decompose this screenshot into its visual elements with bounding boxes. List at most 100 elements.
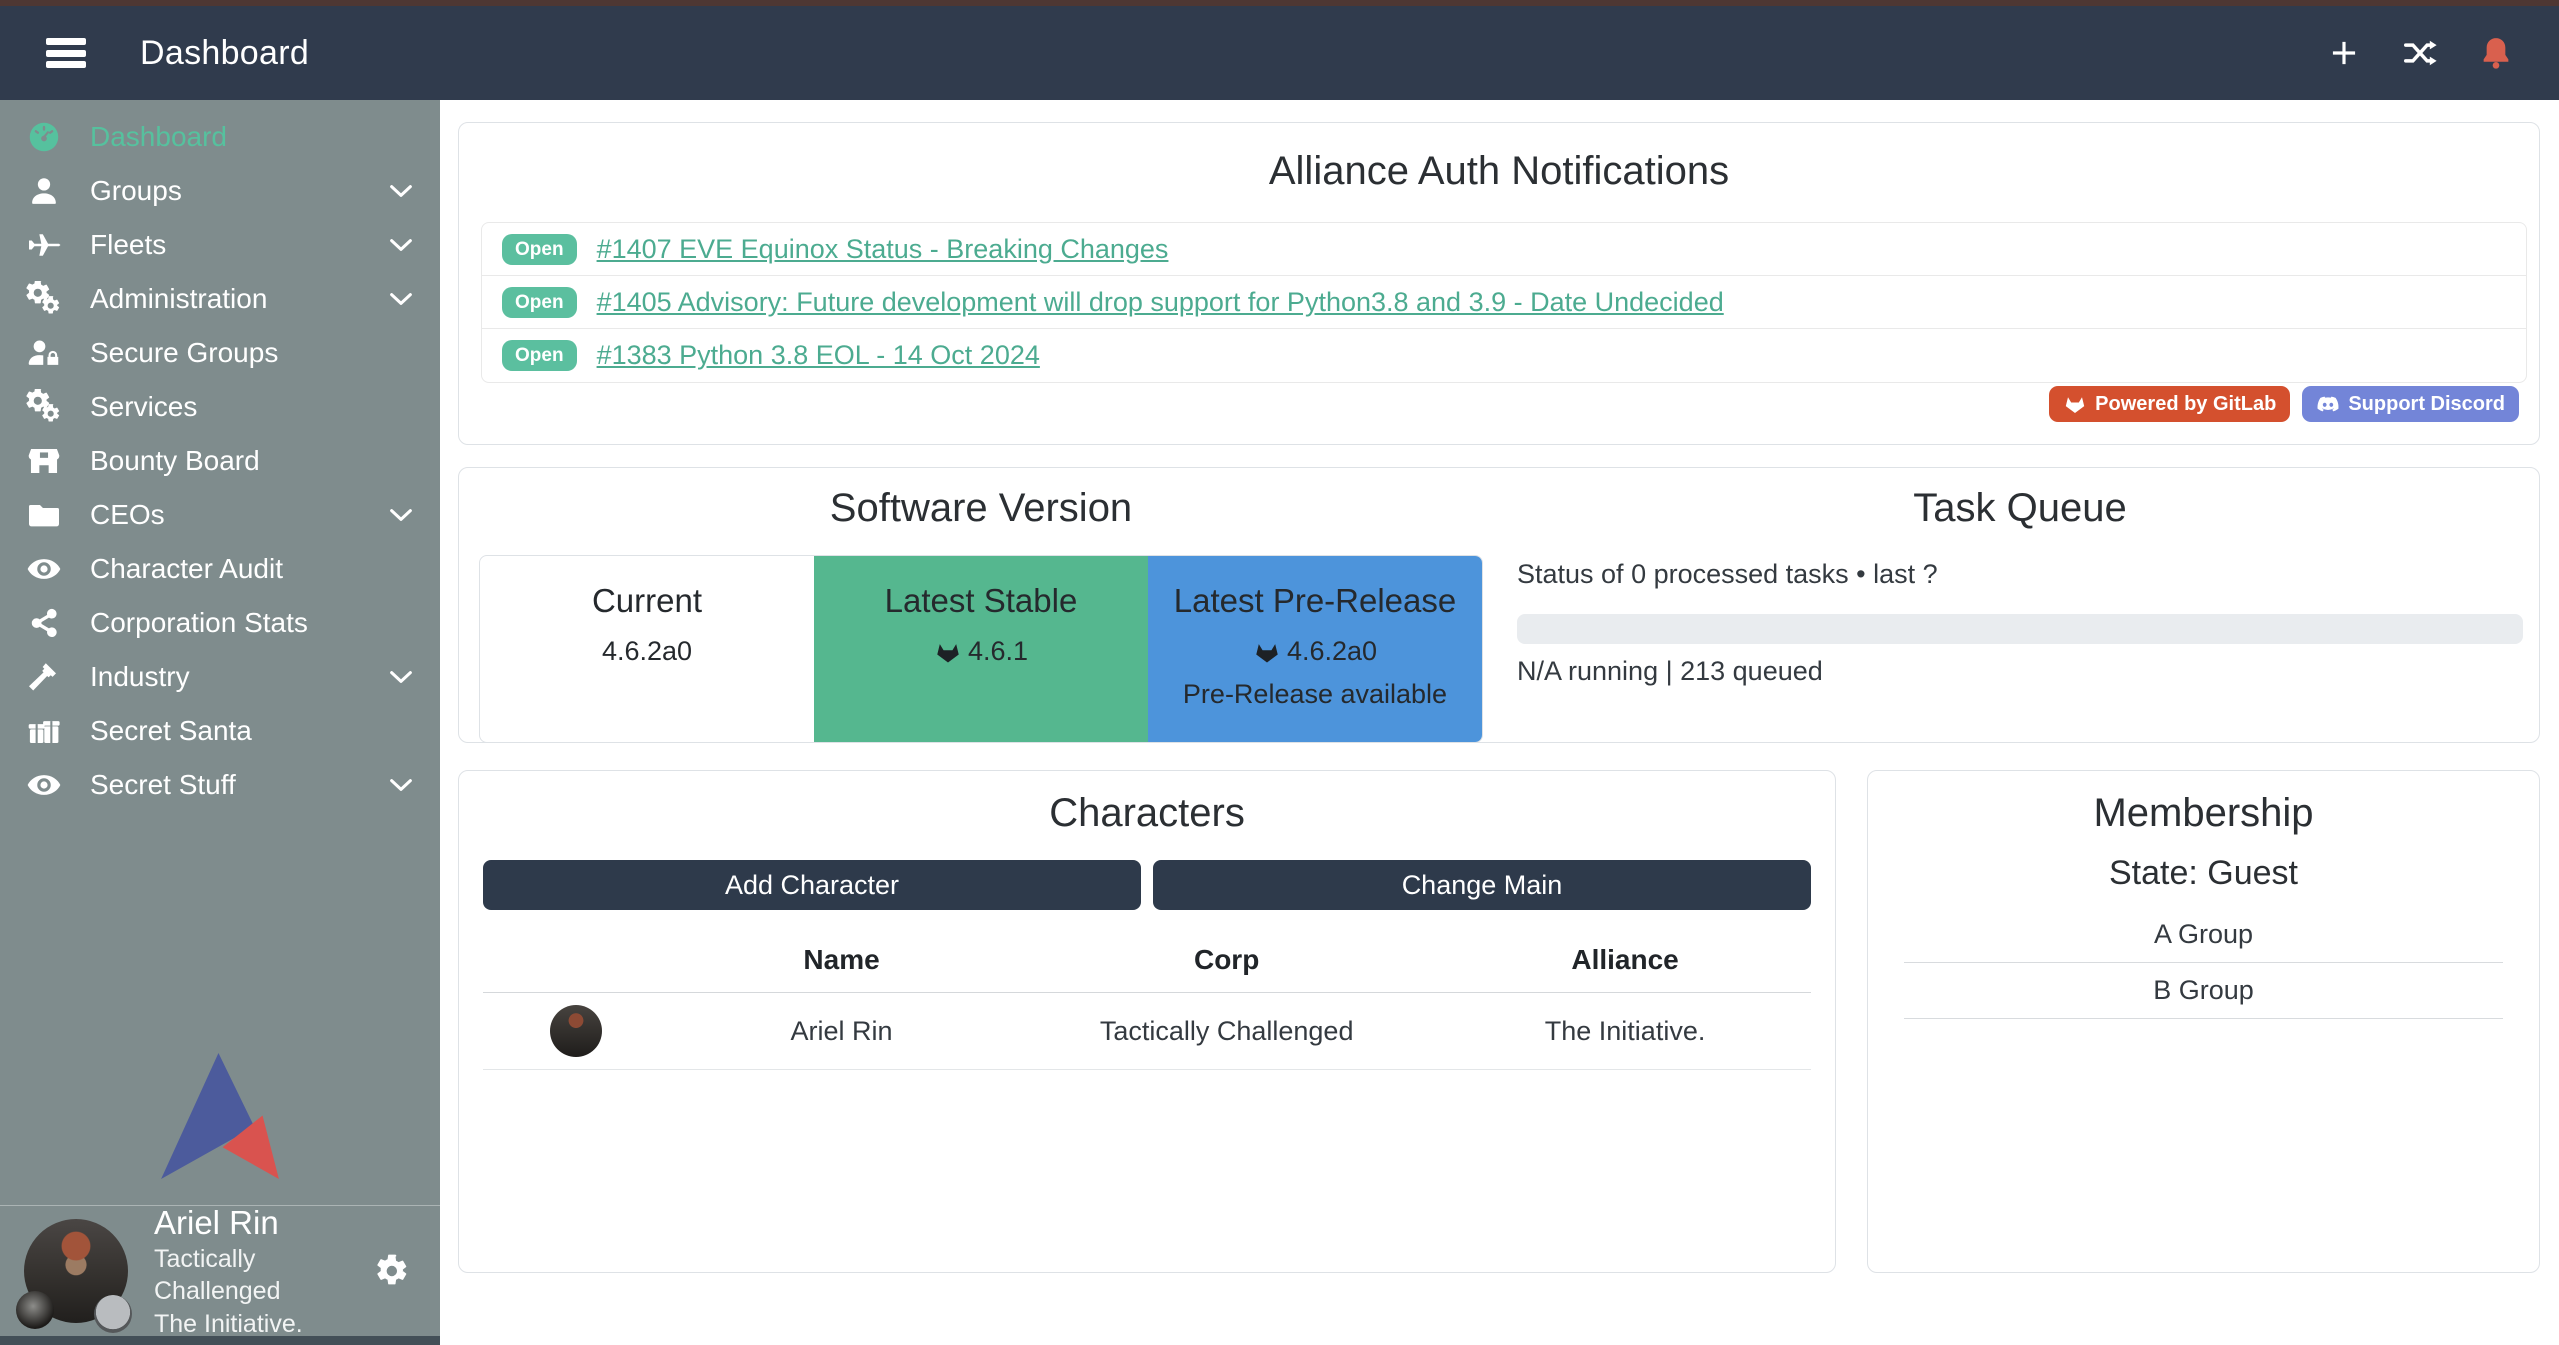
notifications-bell-icon[interactable]: [2477, 34, 2515, 72]
sidebar-item-industry[interactable]: Industry: [0, 650, 440, 704]
corp-logo-badge: [16, 1291, 54, 1329]
gauge-icon: [26, 119, 62, 155]
user-icon: [26, 173, 62, 209]
membership-state: State: Guest: [1904, 854, 2503, 893]
notification-link[interactable]: #1407 EVE Equinox Status - Breaking Chan…: [597, 234, 1169, 265]
group-row: A Group: [1904, 907, 2503, 963]
user-settings-gear-icon[interactable]: [374, 1252, 410, 1290]
name-column-header: Name: [669, 934, 1014, 993]
sidebar-item-bounty-board[interactable]: Bounty Board: [0, 434, 440, 488]
character-alliance: The Initiative.: [1439, 993, 1811, 1070]
membership-groups: A GroupB Group: [1904, 907, 2503, 1019]
shuffle-character-icon[interactable]: [2401, 34, 2439, 72]
sidebar-item-character-audit[interactable]: Character Audit: [0, 542, 440, 596]
membership-title: Membership: [1904, 791, 2503, 836]
notifications-title: Alliance Auth Notifications: [479, 149, 2519, 194]
sidebar-item-label: Secret Stuff: [90, 769, 236, 801]
software-version-section: Software Version Current 4.6.2a0 Latest …: [479, 486, 1483, 717]
top-navbar: Dashboard: [0, 6, 2559, 100]
notification-row: Open #1405 Advisory: Future development …: [482, 276, 2526, 329]
software-version-title: Software Version: [479, 486, 1483, 531]
sidebar-item-label: Administration: [90, 283, 267, 315]
membership-card: Membership State: Guest A GroupB Group: [1867, 770, 2540, 1273]
sidebar-item-label: Dashboard: [90, 121, 227, 153]
share-icon: [26, 605, 62, 641]
notification-link[interactable]: #1405 Advisory: Future development will …: [597, 287, 1724, 318]
chevron-down-icon: [386, 500, 416, 530]
user-name: Ariel Rin: [154, 1202, 374, 1243]
gitlab-icon: [1253, 638, 1281, 666]
notifications-card: Alliance Auth Notifications Open #1407 E…: [458, 122, 2540, 445]
sidebar-item-label: Secure Groups: [90, 337, 278, 369]
notification-link[interactable]: #1383 Python 3.8 EOL - 14 Oct 2024: [597, 340, 1040, 371]
sidebar-item-secret-santa[interactable]: Secret Santa: [0, 704, 440, 758]
notifications-list: Open #1407 EVE Equinox Status - Breaking…: [481, 222, 2527, 383]
version-column: Latest Pre-Release 4.6.2a0 Pre-Release a…: [1148, 556, 1482, 742]
user-lock-icon: [26, 335, 62, 371]
sidebar-item-label: CEOs: [90, 499, 165, 531]
sidebar-item-fleets[interactable]: Fleets: [0, 218, 440, 272]
user-alliance: The Initiative.: [154, 1308, 374, 1341]
characters-card: Characters Add Character Change Main Nam…: [458, 770, 1836, 1273]
sidebar-item-dashboard[interactable]: Dashboard: [0, 110, 440, 164]
alliance-auth-logo: [0, 1053, 440, 1205]
avatar-column-header: [483, 934, 669, 993]
character-name: Ariel Rin: [669, 993, 1014, 1070]
task-queue-status: Status of 0 processed tasks • last ?: [1517, 559, 2523, 590]
change-main-button[interactable]: Change Main: [1153, 860, 1811, 910]
chevron-down-icon: [386, 770, 416, 800]
characters-title: Characters: [483, 791, 1811, 836]
sidebar-item-services[interactable]: Services: [0, 380, 440, 434]
sidebar: Dashboard Groups Fleets Administration: [0, 100, 440, 1345]
sidebar-item-label: Secret Santa: [90, 715, 252, 747]
sidebar-item-secure-groups[interactable]: Secure Groups: [0, 326, 440, 380]
sidebar-item-label: Corporation Stats: [90, 607, 308, 639]
sidebar-item-label: Character Audit: [90, 553, 283, 585]
support-discord-badge[interactable]: Support Discord: [2302, 386, 2519, 422]
version-column: Current 4.6.2a0: [480, 556, 814, 742]
sidebar-item-label: Industry: [90, 661, 190, 693]
add-character-icon[interactable]: [2325, 34, 2363, 72]
status-badge: Open: [502, 234, 577, 265]
user-avatar: [24, 1219, 128, 1323]
gitlab-icon: [934, 638, 962, 666]
gitlab-icon: [2063, 392, 2087, 416]
sidebar-item-corporation-stats[interactable]: Corporation Stats: [0, 596, 440, 650]
discord-icon: [2316, 392, 2340, 416]
task-queue-section: Task Queue Status of 0 processed tasks •…: [1483, 486, 2523, 717]
character-corp: Tactically Challenged: [1014, 993, 1439, 1070]
page-title: Dashboard: [140, 34, 309, 73]
eye-icon: [26, 767, 62, 803]
character-row: Ariel Rin Tactically Challenged The Init…: [483, 993, 1811, 1070]
add-character-button[interactable]: Add Character: [483, 860, 1141, 910]
chevron-down-icon: [386, 662, 416, 692]
fighter-jet-icon: [26, 227, 62, 263]
sidebar-item-label: Groups: [90, 175, 182, 207]
gifts-icon: [26, 713, 62, 749]
group-row: B Group: [1904, 963, 2503, 1019]
sidebar-item-secret-stuff[interactable]: Secret Stuff: [0, 758, 440, 812]
alliance-column-header: Alliance: [1439, 934, 1811, 993]
hammer-icon: [26, 659, 62, 695]
notification-row: Open #1407 EVE Equinox Status - Breaking…: [482, 223, 2526, 276]
version-box: Current 4.6.2a0 Latest Stable 4.6.1: [479, 555, 1483, 743]
task-queue-title: Task Queue: [1517, 486, 2523, 531]
sidebar-item-groups[interactable]: Groups: [0, 164, 440, 218]
sidebar-item-label: Services: [90, 391, 197, 423]
sidebar-item-administration[interactable]: Administration: [0, 272, 440, 326]
user-panel: Ariel Rin Tactically Challenged The Init…: [0, 1206, 440, 1336]
sidebar-nav: Dashboard Groups Fleets Administration: [0, 100, 440, 812]
eye-icon: [26, 551, 62, 587]
folder-icon: [26, 497, 62, 533]
sidebar-item-ceos[interactable]: CEOs: [0, 488, 440, 542]
task-queue-progress-bar: [1517, 614, 2523, 644]
powered-by-gitlab-badge[interactable]: Powered by GitLab: [2049, 386, 2290, 422]
main-content: Alliance Auth Notifications Open #1407 E…: [440, 100, 2559, 1345]
gears-icon: [26, 281, 62, 317]
chevron-down-icon: [386, 176, 416, 206]
chevron-down-icon: [386, 230, 416, 260]
version-column: Latest Stable 4.6.1: [814, 556, 1148, 742]
characters-table: Name Corp Alliance Ariel Rin Tactically …: [483, 934, 1811, 1070]
notifications-footer: Powered by GitLab Support Discord: [2049, 386, 2519, 422]
menu-toggle-icon[interactable]: [40, 33, 92, 73]
